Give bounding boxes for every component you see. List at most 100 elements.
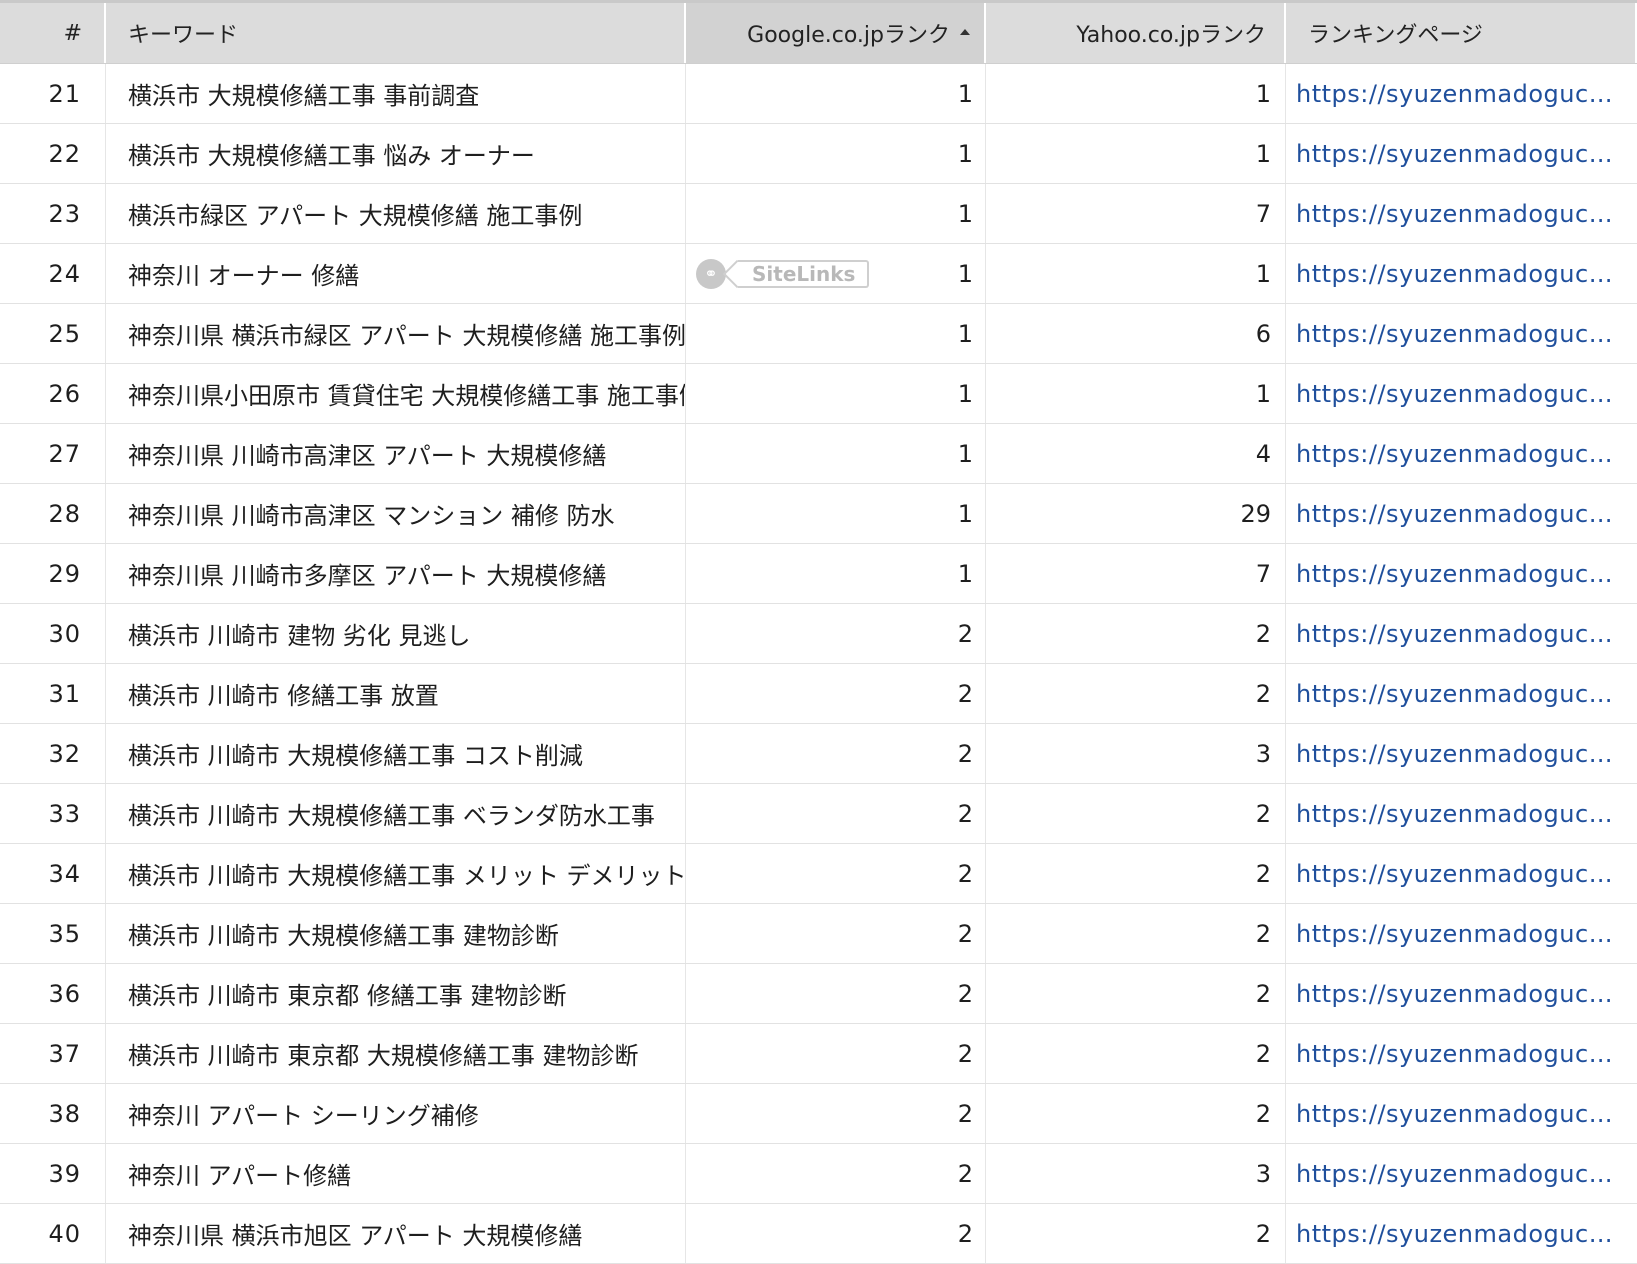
yahoo-rank-cell-text: 1	[1255, 139, 1271, 168]
ranking-page-link-text[interactable]: https://syuzenmadoguchi....	[1296, 260, 1626, 288]
yahoo-rank-cell: 1	[986, 124, 1286, 183]
row-number-text: 36	[48, 979, 81, 1008]
ranking-page-link-text[interactable]: https://syuzenmadoguchi....	[1296, 800, 1626, 828]
column-header-ranking-page[interactable]: ランキングページ	[1286, 3, 1637, 63]
row-number: 28	[0, 484, 106, 543]
table-row[interactable]: 26 神奈川県小田原市 賃貸住宅 大規模修繕工事 施工事例 1 1 https://sy…	[0, 364, 1637, 424]
column-header-ranking-page-label: ランキングページ	[1308, 23, 1483, 48]
ranking-page-link[interactable]: https://syuzenmadoguchi....	[1286, 244, 1637, 303]
table-row[interactable]: 38 神奈川 アパート シーリング補修 2 2 https://syuzenmadogu…	[0, 1084, 1637, 1144]
table-row[interactable]: 23 横浜市緑区 アパート 大規模修繕 施工事例 1 7 https://syuzenm…	[0, 184, 1637, 244]
ranking-page-link-text[interactable]: https://syuzenmadoguchi....	[1296, 440, 1626, 468]
ranking-page-link-text[interactable]: https://syuzenmadoguchi....	[1296, 860, 1626, 888]
ranking-page-link[interactable]: https://syuzenmadoguchi....	[1286, 1084, 1637, 1143]
ranking-page-link[interactable]: https://syuzenmadoguchi....	[1286, 1144, 1637, 1203]
row-number: 37	[0, 1024, 106, 1083]
ranking-page-link[interactable]: https://syuzenmadoguchi....	[1286, 124, 1637, 183]
ranking-page-link-text[interactable]: https://syuzenmadoguchi....	[1296, 1100, 1626, 1128]
ranking-page-link-text[interactable]: https://syuzenmadoguchi....	[1296, 1040, 1626, 1068]
table-row[interactable]: 31 横浜市 川崎市 修繕工事 放置 2 2 https://syuzenmadoguc…	[0, 664, 1637, 724]
google-rank-cell-text: 2	[957, 979, 973, 1008]
column-header-google-rank-label: Google.co.jpランク	[747, 23, 950, 48]
row-number: 25	[0, 304, 106, 363]
table-row[interactable]: 34 横浜市 川崎市 大規模修繕工事 メリット デメリット 2 2 https://sy…	[0, 844, 1637, 904]
ranking-page-link-text[interactable]: https://syuzenmadoguchi....	[1296, 380, 1626, 408]
row-number: 40	[0, 1204, 106, 1263]
ranking-page-link-text[interactable]: https://syuzenmadoguchi....	[1296, 200, 1626, 228]
ranking-page-link-text[interactable]: https://syuzenmadoguchi....	[1296, 320, 1626, 348]
table-row[interactable]: 40 神奈川県 横浜市旭区 アパート 大規模修繕 2 2 https://syuzenm…	[0, 1204, 1637, 1264]
ranking-page-link[interactable]: https://syuzenmadoguchi....	[1286, 64, 1637, 123]
row-number-text: 33	[48, 799, 81, 828]
ranking-page-link-text[interactable]: https://syuzenmadoguchi....	[1296, 80, 1626, 108]
ranking-page-link-text[interactable]: https://syuzenmadoguchi....	[1296, 620, 1626, 648]
table-row[interactable]: 22 横浜市 大規模修繕工事 悩み オーナー 1 1 https://syuzenmad…	[0, 124, 1637, 184]
ranking-page-link-text[interactable]: https://syuzenmadoguchi....	[1296, 680, 1626, 708]
ranking-page-link[interactable]: https://syuzenmadoguchi....	[1286, 784, 1637, 843]
google-rank-cell-text: 1	[957, 439, 973, 468]
ranking-page-link[interactable]: https://syuzenmadoguchi....	[1286, 1024, 1637, 1083]
ranking-page-link-text[interactable]: https://syuzenmadoguchi....	[1296, 740, 1626, 768]
ranking-page-link[interactable]: https://syuzenmadoguchi....	[1286, 184, 1637, 243]
ranking-page-link[interactable]: https://syuzenmadoguchi....	[1286, 544, 1637, 603]
ranking-page-link-text[interactable]: https://syuzenmadoguchi....	[1296, 140, 1626, 168]
yahoo-rank-cell-text: 7	[1255, 199, 1271, 228]
table-row[interactable]: 28 神奈川県 川崎市高津区 マンション 補修 防水 1 29 https://syuz…	[0, 484, 1637, 544]
keyword-cell: 横浜市 川崎市 東京都 修繕工事 建物診断	[106, 964, 686, 1023]
row-number: 21	[0, 64, 106, 123]
keyword-cell-text: 横浜市 川崎市 建物 劣化 見逃し	[128, 622, 471, 650]
ranking-page-link[interactable]: https://syuzenmadoguchi....	[1286, 1204, 1637, 1263]
yahoo-rank-cell: 3	[986, 1144, 1286, 1203]
yahoo-rank-cell-text: 2	[1255, 679, 1271, 708]
ranking-page-link-text[interactable]: https://syuzenmadoguchi....	[1296, 1160, 1626, 1188]
google-rank-cell: 2	[686, 724, 986, 783]
ranking-page-link-text[interactable]: https://syuzenmadoguchi....	[1296, 920, 1626, 948]
table-row[interactable]: 37 横浜市 川崎市 東京都 大規模修繕工事 建物診断 2 2 https://syuz…	[0, 1024, 1637, 1084]
column-header-keyword[interactable]: キーワード	[106, 3, 686, 63]
ranking-page-link-text[interactable]: https://syuzenmadoguchi....	[1296, 980, 1626, 1008]
ranking-page-link-text[interactable]: https://syuzenmadoguchi....	[1296, 560, 1626, 588]
keyword-cell: 横浜市 大規模修繕工事 事前調査	[106, 64, 686, 123]
table-row[interactable]: 33 横浜市 川崎市 大規模修繕工事 ベランダ防水工事 2 2 https://syuz…	[0, 784, 1637, 844]
keyword-cell: 神奈川県 川崎市高津区 マンション 補修 防水	[106, 484, 686, 543]
column-header-google-rank[interactable]: Google.co.jpランク	[686, 3, 986, 63]
ranking-page-link[interactable]: https://syuzenmadoguchi....	[1286, 664, 1637, 723]
ranking-page-link[interactable]: https://syuzenmadoguchi....	[1286, 424, 1637, 483]
ranking-page-link[interactable]: https://syuzenmadoguchi....	[1286, 964, 1637, 1023]
column-header-number[interactable]: #	[0, 3, 106, 63]
yahoo-rank-cell: 2	[986, 844, 1286, 903]
ranking-page-link[interactable]: https://syuzenmadoguchi....	[1286, 604, 1637, 663]
ranking-page-link[interactable]: https://syuzenmadoguchi....	[1286, 844, 1637, 903]
ranking-page-link-text[interactable]: https://syuzenmadoguchi....	[1296, 500, 1626, 528]
google-rank-cell-text: 1	[957, 499, 973, 528]
google-rank-cell: 1	[686, 484, 986, 543]
table-row[interactable]: 21 横浜市 大規模修繕工事 事前調査 1 1 https://syuzenmadogu…	[0, 64, 1637, 124]
sort-ascending-icon	[960, 29, 970, 35]
column-header-yahoo-rank[interactable]: Yahoo.co.jpランク	[986, 3, 1286, 63]
ranking-page-link[interactable]: https://syuzenmadoguchi....	[1286, 724, 1637, 783]
row-number: 33	[0, 784, 106, 843]
keyword-cell: 横浜市 川崎市 大規模修繕工事 ベランダ防水工事	[106, 784, 686, 843]
ranking-page-link[interactable]: https://syuzenmadoguchi....	[1286, 304, 1637, 363]
ranking-page-link[interactable]: https://syuzenmadoguchi....	[1286, 364, 1637, 423]
keyword-cell: 神奈川県小田原市 賃貸住宅 大規模修繕工事 施工事例	[106, 364, 686, 423]
ranking-page-link[interactable]: https://syuzenmadoguchi....	[1286, 904, 1637, 963]
table-row[interactable]: 24 神奈川 オーナー 修繕 1 ⚭ SiteLinks 1 https://syuzenm…	[0, 244, 1637, 304]
keyword-cell-text: 神奈川県 川崎市高津区 マンション 補修 防水	[128, 502, 615, 530]
ranking-page-link-text[interactable]: https://syuzenmadoguchi....	[1296, 1220, 1626, 1248]
table-row[interactable]: 29 神奈川県 川崎市多摩区 アパート 大規模修繕 1 7 https://syuzen…	[0, 544, 1637, 604]
keyword-cell-text: 横浜市 川崎市 大規模修繕工事 ベランダ防水工事	[128, 802, 655, 830]
table-row[interactable]: 36 横浜市 川崎市 東京都 修繕工事 建物診断 2 2 https://syuzenm…	[0, 964, 1637, 1024]
table-row[interactable]: 30 横浜市 川崎市 建物 劣化 見逃し 2 2 https://syuzenmadog…	[0, 604, 1637, 664]
keyword-cell-text: 神奈川 アパート シーリング補修	[128, 1102, 479, 1130]
row-number: 39	[0, 1144, 106, 1203]
table-row[interactable]: 39 神奈川 アパート修繕 2 3 https://syuzenmadoguchi...…	[0, 1144, 1637, 1204]
keyword-cell: 神奈川 アパート修繕	[106, 1144, 686, 1203]
google-rank-cell: 1	[686, 64, 986, 123]
table-row[interactable]: 27 神奈川県 川崎市高津区 アパート 大規模修繕 1 4 https://syuzen…	[0, 424, 1637, 484]
ranking-page-link[interactable]: https://syuzenmadoguchi....	[1286, 484, 1637, 543]
table-row[interactable]: 32 横浜市 川崎市 大規模修繕工事 コスト削減 2 3 https://syuzenm…	[0, 724, 1637, 784]
row-number: 38	[0, 1084, 106, 1143]
table-row[interactable]: 25 神奈川県 横浜市緑区 アパート 大規模修繕 施工事例 1 6 https://sy…	[0, 304, 1637, 364]
table-row[interactable]: 35 横浜市 川崎市 大規模修繕工事 建物診断 2 2 https://syuzenma…	[0, 904, 1637, 964]
